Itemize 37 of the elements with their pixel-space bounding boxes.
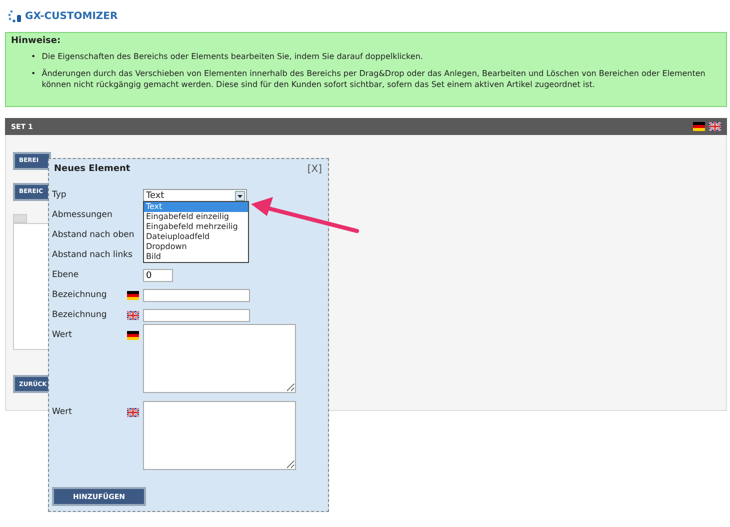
uk-flag-icon[interactable] bbox=[709, 122, 721, 131]
field-label: Wert bbox=[52, 406, 72, 419]
dropdown-option[interactable]: Eingabefeld mehrzeilig bbox=[144, 222, 248, 232]
dropdown-option[interactable]: Dropdown bbox=[144, 242, 248, 252]
notice-item: Die Eigenschaften des Bereichs oder Elements bearbeiten Sie, indem Sie darauf doppelklicken. bbox=[42, 51, 423, 62]
bullet: • bbox=[31, 51, 36, 62]
dropdown-option[interactable]: Eingabefeld einzeilig bbox=[144, 212, 248, 222]
name-input[interactable] bbox=[143, 309, 250, 322]
dropdown-option[interactable]: Dateiuploadfeld bbox=[144, 232, 248, 242]
field-label: Abstand nach oben bbox=[52, 229, 134, 242]
value-textarea[interactable] bbox=[143, 324, 296, 393]
german-flag-icon[interactable] bbox=[693, 122, 705, 131]
caret-icon bbox=[235, 190, 245, 200]
close-button[interactable]: [X] bbox=[307, 164, 322, 189]
uk-flag-icon bbox=[126, 408, 138, 417]
field-label: Ebene bbox=[52, 269, 79, 282]
field-label: Abmessungen bbox=[52, 209, 112, 222]
bullet: • bbox=[31, 68, 36, 79]
value-textarea[interactable] bbox=[143, 401, 296, 470]
uk-flag-icon bbox=[126, 311, 138, 320]
logo-icon bbox=[8, 9, 22, 23]
field-label: Wert bbox=[52, 329, 72, 342]
field-label: Bezeichnung bbox=[52, 289, 107, 302]
tab-stub bbox=[13, 214, 27, 223]
dropdown-option[interactable]: Bild bbox=[144, 252, 248, 262]
type-select[interactable]: Text bbox=[143, 189, 247, 202]
notice-item: Änderungen durch das Verschieben von Elementen innerhalb des Bereichs per Drag&Drop oder das Anlegen, Bearbeiten und Löschen von Bereichen oder Elementen können nicht rückgängig gemacht werden. Diese sind für den Kunden sofort sichtbar, sofern das Set einem aktiven Artikel zugeordnet ist. bbox=[42, 68, 706, 90]
field-label: Abstand nach links bbox=[52, 249, 132, 262]
field-label: Bezeichnung bbox=[52, 309, 107, 322]
name-input[interactable] bbox=[143, 289, 250, 302]
german-flag-icon bbox=[126, 291, 138, 300]
logo-text: GX-CUSTOMIZER bbox=[25, 10, 118, 22]
dialog-title: Neues Element bbox=[54, 164, 130, 176]
level-input[interactable]: 0 bbox=[143, 269, 173, 282]
german-flag-icon bbox=[126, 331, 138, 340]
notice-title: Hinweise: bbox=[11, 36, 62, 46]
field-label: Typ bbox=[52, 189, 66, 202]
